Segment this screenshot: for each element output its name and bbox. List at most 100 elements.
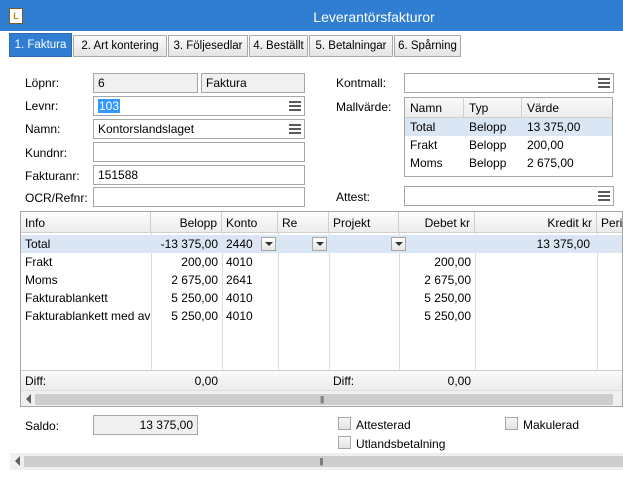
table-row[interactable]: Total Belopp 13 375,00 [405, 118, 612, 136]
grid-header: Info Belopp Konto Re Projekt Debet kr Kr… [21, 212, 622, 233]
namn-value: Kontorslandslaget [98, 122, 195, 136]
mallvarde-table: Namn Typ Värde Total Belopp 13 375,00 Fr… [404, 97, 613, 177]
tab-bestallt[interactable]: 4. Beställt [249, 35, 308, 57]
scroll-grip-icon: ||| [320, 395, 324, 404]
column-header-varde[interactable]: Värde [522, 98, 612, 117]
cell-kredit: 13 375,00 [536, 237, 590, 251]
tab-betalningar[interactable]: 5. Betalningar [309, 35, 393, 57]
lopnr-field: 6 [93, 73, 198, 93]
table-row[interactable]: Frakt Belopp 200,00 [405, 136, 612, 154]
cell-konto: 4010 [226, 255, 253, 269]
cell-kredit [475, 307, 594, 325]
grid-horizontal-scrollbar[interactable]: ||| [21, 390, 622, 406]
cell-debet: 2 675,00 [424, 273, 471, 287]
levnr-label: Levnr: [25, 99, 59, 113]
attest-label: Attest: [336, 190, 371, 204]
kontering-grid: Info Belopp Konto Re Projekt Debet kr Kr… [20, 211, 623, 407]
cell-info: Fakturablankett med avi [25, 309, 151, 323]
kundnr-field[interactable] [93, 142, 305, 162]
cell-kredit [475, 253, 594, 271]
cell-belopp: 5 250,00 [171, 309, 218, 323]
window-horizontal-scrollbar[interactable]: ||| [10, 453, 623, 470]
cell-debet [399, 235, 475, 253]
column-header-debet[interactable]: Debet kr [399, 212, 475, 233]
chevron-down-icon[interactable] [312, 237, 327, 251]
table-row[interactable]: Total -13 375,00 2440 13 375,00 [21, 235, 622, 253]
lopnr-label: Löpnr: [25, 76, 60, 90]
cell-kredit [475, 289, 594, 307]
saldo-label: Saldo: [25, 419, 60, 433]
column-header-belopp[interactable]: Belopp [151, 212, 222, 233]
makulerad-checkbox[interactable] [505, 417, 518, 430]
fakturanr-field[interactable]: 151588 [93, 165, 305, 185]
attest-field[interactable] [404, 186, 614, 206]
scroll-left-icon[interactable] [15, 456, 20, 466]
kundnr-label: Kundnr: [25, 146, 68, 160]
table-row[interactable]: Frakt 200,00 4010 200,00 [21, 253, 622, 271]
cell-varde: 200,00 [527, 138, 564, 152]
kontmall-field[interactable] [404, 73, 614, 93]
list-lookup-icon[interactable] [288, 122, 302, 136]
column-header-kredit[interactable]: Kredit kr [475, 212, 597, 233]
namn-field[interactable]: Kontorslandslaget [93, 119, 305, 139]
column-header-re[interactable]: Re [278, 212, 329, 233]
kontmall-label: Kontmall: [336, 76, 387, 90]
cell-kredit [475, 271, 594, 289]
table-row[interactable]: Fakturablankett 5 250,00 4010 5 250,00 [21, 289, 622, 307]
makulerad-label: Makulerad [523, 418, 580, 432]
tab-sparning[interactable]: 6. Spårning [394, 35, 461, 57]
utlandsbetalning-checkbox[interactable] [338, 436, 351, 449]
chevron-down-icon[interactable] [261, 237, 276, 251]
cell-info: Total [25, 237, 51, 251]
cell-konto: 4010 [226, 309, 253, 323]
tab-faktura[interactable]: 1. Faktura [9, 33, 72, 57]
table-row[interactable]: Moms Belopp 2 675,00 [405, 154, 612, 172]
cell-debet: 5 250,00 [424, 291, 471, 305]
scroll-thumb[interactable]: ||| [24, 456, 623, 467]
mallvarde-header: Namn Typ Värde [405, 98, 612, 118]
grid-diff-row: Diff: 0,00 Diff: 0,00 [21, 370, 622, 390]
tab-foljesedlar[interactable]: 3. Följesedlar [168, 35, 248, 57]
namn-label: Namn: [25, 122, 61, 136]
fakturanr-label: Fakturanr: [25, 169, 80, 183]
scroll-thumb[interactable]: ||| [35, 394, 613, 405]
cell-belopp: -13 375,00 [160, 237, 218, 251]
diff-label: Diff: [25, 374, 47, 388]
column-header-namn[interactable]: Namn [405, 98, 464, 117]
cell-debet: 5 250,00 [424, 309, 471, 323]
mallvarde-label: Mallvärde: [336, 100, 392, 114]
cell-typ: Belopp [469, 120, 507, 134]
levnr-selected-text: 103 [98, 99, 121, 113]
scroll-left-icon[interactable] [26, 394, 31, 404]
diff-label: Diff: [333, 374, 355, 388]
levnr-field[interactable]: 103 [93, 96, 305, 116]
list-lookup-icon[interactable] [288, 99, 302, 113]
saldo-field: 13 375,00 [93, 415, 198, 435]
cell-typ: Belopp [469, 138, 507, 152]
cell-varde: 13 375,00 [527, 120, 581, 134]
cell-konto: 2641 [226, 273, 253, 287]
tab-art-kontering[interactable]: 2. Art kontering [73, 35, 167, 57]
column-header-konto[interactable]: Konto [222, 212, 278, 233]
cell-namn: Total [410, 120, 436, 134]
cell-info: Fakturablankett [25, 291, 108, 305]
column-header-typ[interactable]: Typ [464, 98, 522, 117]
window-title: Leverantörsfakturor [313, 9, 435, 25]
cell-typ: Belopp [469, 156, 507, 170]
table-row[interactable]: Fakturablankett med avi 5 250,00 4010 5 … [21, 307, 622, 325]
cell-namn: Frakt [410, 138, 438, 152]
list-lookup-icon[interactable] [597, 189, 611, 203]
table-row[interactable]: Moms 2 675,00 2641 2 675,00 [21, 271, 622, 289]
title-bar: L Leverantörsfakturor [0, 0, 623, 31]
cell-belopp: 5 250,00 [171, 291, 218, 305]
column-header-info[interactable]: Info [21, 212, 151, 233]
cell-belopp: 200,00 [181, 255, 218, 269]
attesterad-label: Attesterad [356, 418, 411, 432]
cell-debet: 200,00 [434, 255, 471, 269]
cell-konto: 4010 [226, 291, 253, 305]
attesterad-checkbox[interactable] [338, 417, 351, 430]
column-header-period[interactable]: Perio [597, 212, 622, 233]
list-lookup-icon[interactable] [597, 76, 611, 90]
ocr-field[interactable] [93, 187, 305, 207]
column-header-projekt[interactable]: Projekt [329, 212, 399, 233]
